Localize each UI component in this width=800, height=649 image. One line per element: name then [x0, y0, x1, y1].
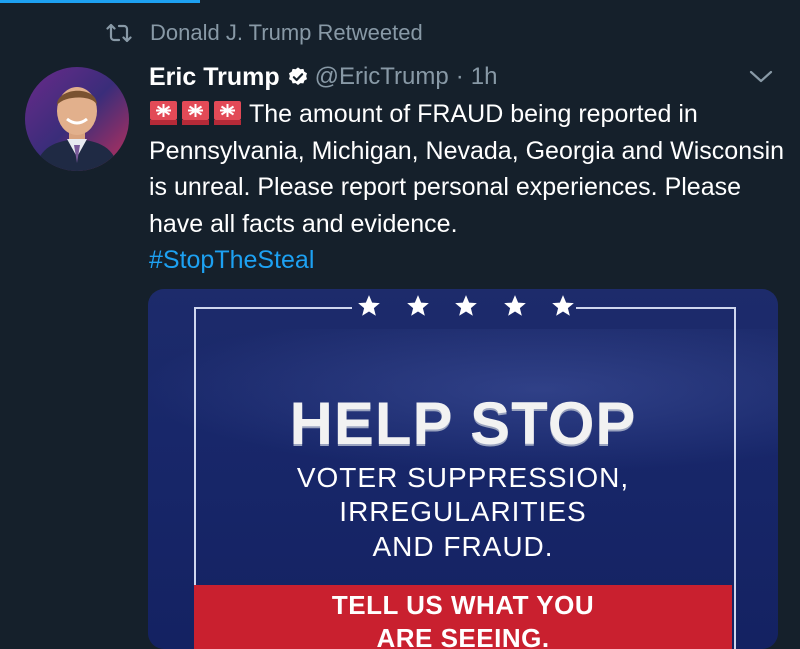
tweet-body: The amount of FRAUD being reported in Pe… — [149, 100, 785, 238]
band-text: TELL US WHAT YOU ARE SEEING. — [194, 589, 732, 649]
star-icon — [455, 295, 477, 316]
call-to-action-band: TELL US WHAT YOU ARE SEEING. — [194, 585, 732, 649]
hashtag-link[interactable]: #StopTheSteal — [149, 246, 314, 274]
emoji-group — [149, 98, 242, 126]
tweet[interactable]: Donald J. Trump Retweeted Eric Trump @Er… — [0, 0, 800, 649]
media-card[interactable]: HELP STOP VOTER SUPPRESSION, IRREGULARIT… — [148, 289, 778, 649]
rotating-light-icon — [213, 98, 242, 126]
star-row — [356, 289, 576, 323]
frame-line-left — [194, 307, 352, 309]
separator-dot: · — [455, 63, 464, 90]
chevron-down-icon[interactable] — [748, 66, 774, 86]
tweet-header: Eric Trump @EricTrump · 1h — [149, 60, 497, 94]
media-line: VOTER SUPPRESSION, — [296, 462, 630, 493]
timestamp[interactable]: 1h — [471, 63, 498, 91]
avatar[interactable] — [25, 67, 129, 171]
media-line: IRREGULARITIES — [339, 496, 587, 527]
retweet-label: Donald J. Trump Retweeted — [150, 20, 423, 45]
author-name[interactable]: Eric Trump — [149, 63, 280, 92]
star-icon — [503, 295, 526, 316]
star-icon — [358, 295, 380, 316]
retweet-context[interactable]: Donald J. Trump Retweeted — [106, 18, 423, 48]
retweet-icon — [106, 23, 132, 43]
star-icon — [406, 295, 429, 316]
media-line: AND FRAUD. — [372, 531, 554, 562]
rotating-light-icon — [149, 98, 178, 126]
author-handle[interactable]: @EricTrump — [315, 63, 449, 91]
band-line: ARE SEEING. — [376, 623, 550, 649]
tweet-text: The amount of FRAUD being reported in Pe… — [149, 96, 789, 279]
band-line: TELL US WHAT YOU — [331, 590, 595, 620]
rotating-light-icon — [181, 98, 210, 126]
frame-line-right — [576, 307, 734, 309]
star-icon — [552, 295, 574, 316]
media-headline: HELP STOP — [289, 390, 637, 457]
verified-badge-icon — [287, 66, 309, 88]
